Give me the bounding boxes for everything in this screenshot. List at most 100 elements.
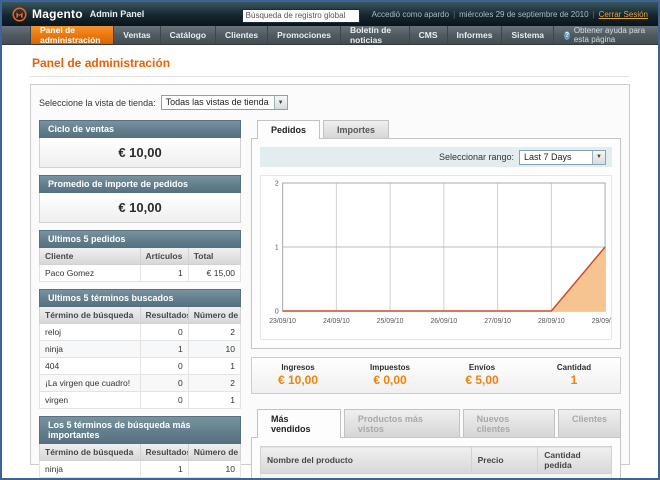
stat-value: 1	[528, 373, 620, 387]
range-select[interactable]: Last 7 Days ▼	[519, 150, 606, 165]
average-orders-value: € 10,00	[39, 193, 241, 223]
nav-item-system[interactable]: Sistema	[502, 26, 554, 44]
logout-link[interactable]: Cerrar Sesión	[599, 10, 648, 19]
dashboard-sidebar: Ciclo de ventas € 10,00 Promedio de impo…	[39, 120, 241, 480]
column-header: Artículos	[140, 248, 188, 265]
nav-item-cms[interactable]: CMS	[410, 26, 448, 44]
totals-bar: Ingresos € 10,00 Impuestos € 0,00 Envíos…	[251, 357, 621, 394]
lifetime-sales-value: € 10,00	[39, 138, 241, 168]
stat-quantity: Cantidad 1	[528, 363, 620, 387]
column-header: Resultados	[140, 444, 188, 461]
chart-tabs: Pedidos Importes	[251, 120, 621, 138]
tab-most-viewed[interactable]: Productos más vistos	[344, 409, 460, 437]
last-orders-table: Cliente Artículos Total Paco Gomez1€ 15,…	[39, 248, 241, 282]
table-row: Paco Gomez1€ 15,00	[40, 265, 241, 282]
svg-text:23/09/10: 23/09/10	[269, 318, 296, 325]
table-row: ninja110	[40, 341, 241, 358]
main-navigation: Panel de administración Ventas Catálogo …	[2, 26, 658, 45]
svg-text:2: 2	[275, 180, 279, 187]
tab-bestsellers[interactable]: Más vendidos	[257, 409, 341, 438]
top-search-terms-title: Los 5 términos de búsqueda más important…	[39, 416, 241, 444]
tab-customers[interactable]: Clientes	[558, 409, 621, 437]
store-view-select-value: Todas las vistas de tienda	[162, 96, 274, 109]
svg-text:29/09/10: 29/09/10	[592, 318, 611, 325]
nav-item-reports[interactable]: Informes	[448, 26, 503, 44]
nav-item-customers[interactable]: Clientes	[216, 26, 268, 44]
svg-text:1: 1	[275, 244, 279, 251]
products-table: Nombre del producto Precio Cantidad pedi…	[260, 446, 612, 480]
stat-label: Cantidad	[528, 363, 620, 372]
column-header: Nombre del producto	[261, 447, 472, 474]
divider	[30, 76, 630, 77]
logged-in-as: Accedió como apardo	[372, 10, 449, 19]
dashboard-main: Pedidos Importes Seleccionar rango: Last…	[251, 120, 621, 480]
column-header: Total	[188, 248, 240, 265]
table-row: virgen01	[40, 392, 241, 409]
global-search	[242, 5, 360, 23]
range-label: Seleccionar rango:	[439, 152, 514, 162]
current-date: miércoles 29 de septiembre de 2010	[459, 10, 588, 19]
nav-item-newsletter[interactable]: Boletín de noticias	[341, 26, 410, 44]
help-label: Obtener ayuda para esta página	[574, 26, 648, 44]
logo-text: Magento	[32, 7, 83, 21]
chart-panel: Seleccionar rango: Last 7 Days ▼ 01223/0…	[251, 138, 621, 349]
stat-value: € 0,00	[344, 373, 436, 387]
lifetime-sales-title: Ciclo de ventas	[39, 120, 241, 138]
stat-revenue: Ingresos € 10,00	[252, 363, 344, 387]
orders-chart-wrap: 01223/09/1024/09/1025/09/1026/09/1027/09…	[260, 175, 612, 340]
orders-chart: 01223/09/1024/09/1025/09/1026/09/1027/09…	[261, 176, 611, 334]
column-header: Número de usos	[188, 444, 240, 461]
header-user-info: Accedió como apardo | miércoles 29 de se…	[372, 10, 648, 19]
svg-text:26/09/10: 26/09/10	[430, 318, 457, 325]
last-search-terms-table: Término de búsqueda Resultados Número de…	[39, 307, 241, 409]
last-search-terms-title: Ultimos 5 términos buscados	[39, 289, 241, 307]
store-view-select[interactable]: Todas las vistas de tienda ▼	[161, 95, 288, 110]
stat-tax: Impuestos € 0,00	[344, 363, 436, 387]
magento-logo-icon	[12, 7, 27, 22]
last-search-terms-box: Ultimos 5 términos buscados Término de b…	[39, 289, 241, 409]
help-icon: ?	[564, 31, 570, 40]
chevron-down-icon: ▼	[592, 151, 605, 164]
nav-item-sales[interactable]: Ventas	[114, 26, 160, 44]
global-search-input[interactable]	[242, 9, 360, 23]
lifetime-sales-box: Ciclo de ventas € 10,00	[39, 120, 241, 168]
store-switcher: Seleccione la vista de tienda: Todas las…	[39, 95, 621, 110]
page-title: Panel de administración	[32, 56, 628, 70]
magento-admin-window: Magento Admin Panel Accedió como apardo …	[0, 0, 660, 480]
column-header: Número de usos	[188, 307, 240, 324]
stat-label: Ingresos	[252, 363, 344, 372]
svg-text:28/09/10: 28/09/10	[538, 318, 565, 325]
nav-item-catalog[interactable]: Catálogo	[161, 26, 216, 44]
dashboard-container: Seleccione la vista de tienda: Todas las…	[30, 84, 630, 465]
table-row: ¡La virgen que cuadro!02	[40, 375, 241, 392]
store-switcher-label: Seleccione la vista de tienda:	[39, 98, 156, 108]
logo-suffix: Admin Panel	[90, 9, 145, 19]
tab-new-customers[interactable]: Nuevos clientes	[463, 409, 555, 437]
last-orders-box: Ultimos 5 pedidos Cliente Artículos Tota…	[39, 230, 241, 282]
range-bar: Seleccionar rango: Last 7 Days ▼	[260, 147, 612, 167]
empty-records-message: No se encontraron registros.	[261, 474, 612, 480]
last-orders-title: Ultimos 5 pedidos	[39, 230, 241, 248]
grid-tabs: Más vendidos Productos más vistos Nuevos…	[251, 409, 621, 437]
stat-label: Envíos	[436, 363, 528, 372]
stat-value: € 10,00	[252, 373, 344, 387]
nav-item-promotions[interactable]: Promociones	[268, 26, 341, 44]
logo: Magento Admin Panel	[12, 7, 144, 22]
column-header: Término de búsqueda	[40, 444, 141, 461]
tab-orders[interactable]: Pedidos	[257, 120, 320, 139]
chevron-down-icon: ▼	[274, 96, 287, 109]
top-search-terms-box: Los 5 términos de búsqueda más important…	[39, 416, 241, 480]
separator: |	[453, 10, 455, 19]
average-orders-box: Promedio de importe de pedidos € 10,00	[39, 175, 241, 223]
tab-amounts[interactable]: Importes	[323, 120, 389, 138]
separator: |	[593, 10, 595, 19]
header-bar: Magento Admin Panel Accedió como apardo …	[2, 2, 658, 26]
svg-text:27/09/10: 27/09/10	[484, 318, 511, 325]
stat-value: € 5,00	[436, 373, 528, 387]
svg-text:25/09/10: 25/09/10	[377, 318, 404, 325]
column-header: Precio	[471, 447, 538, 474]
products-panel: Nombre del producto Precio Cantidad pedi…	[251, 437, 621, 480]
get-help-link[interactable]: ? Obtener ayuda para esta página	[554, 26, 658, 44]
column-header: Resultados	[140, 307, 188, 324]
nav-item-dashboard[interactable]: Panel de administración	[30, 26, 114, 44]
